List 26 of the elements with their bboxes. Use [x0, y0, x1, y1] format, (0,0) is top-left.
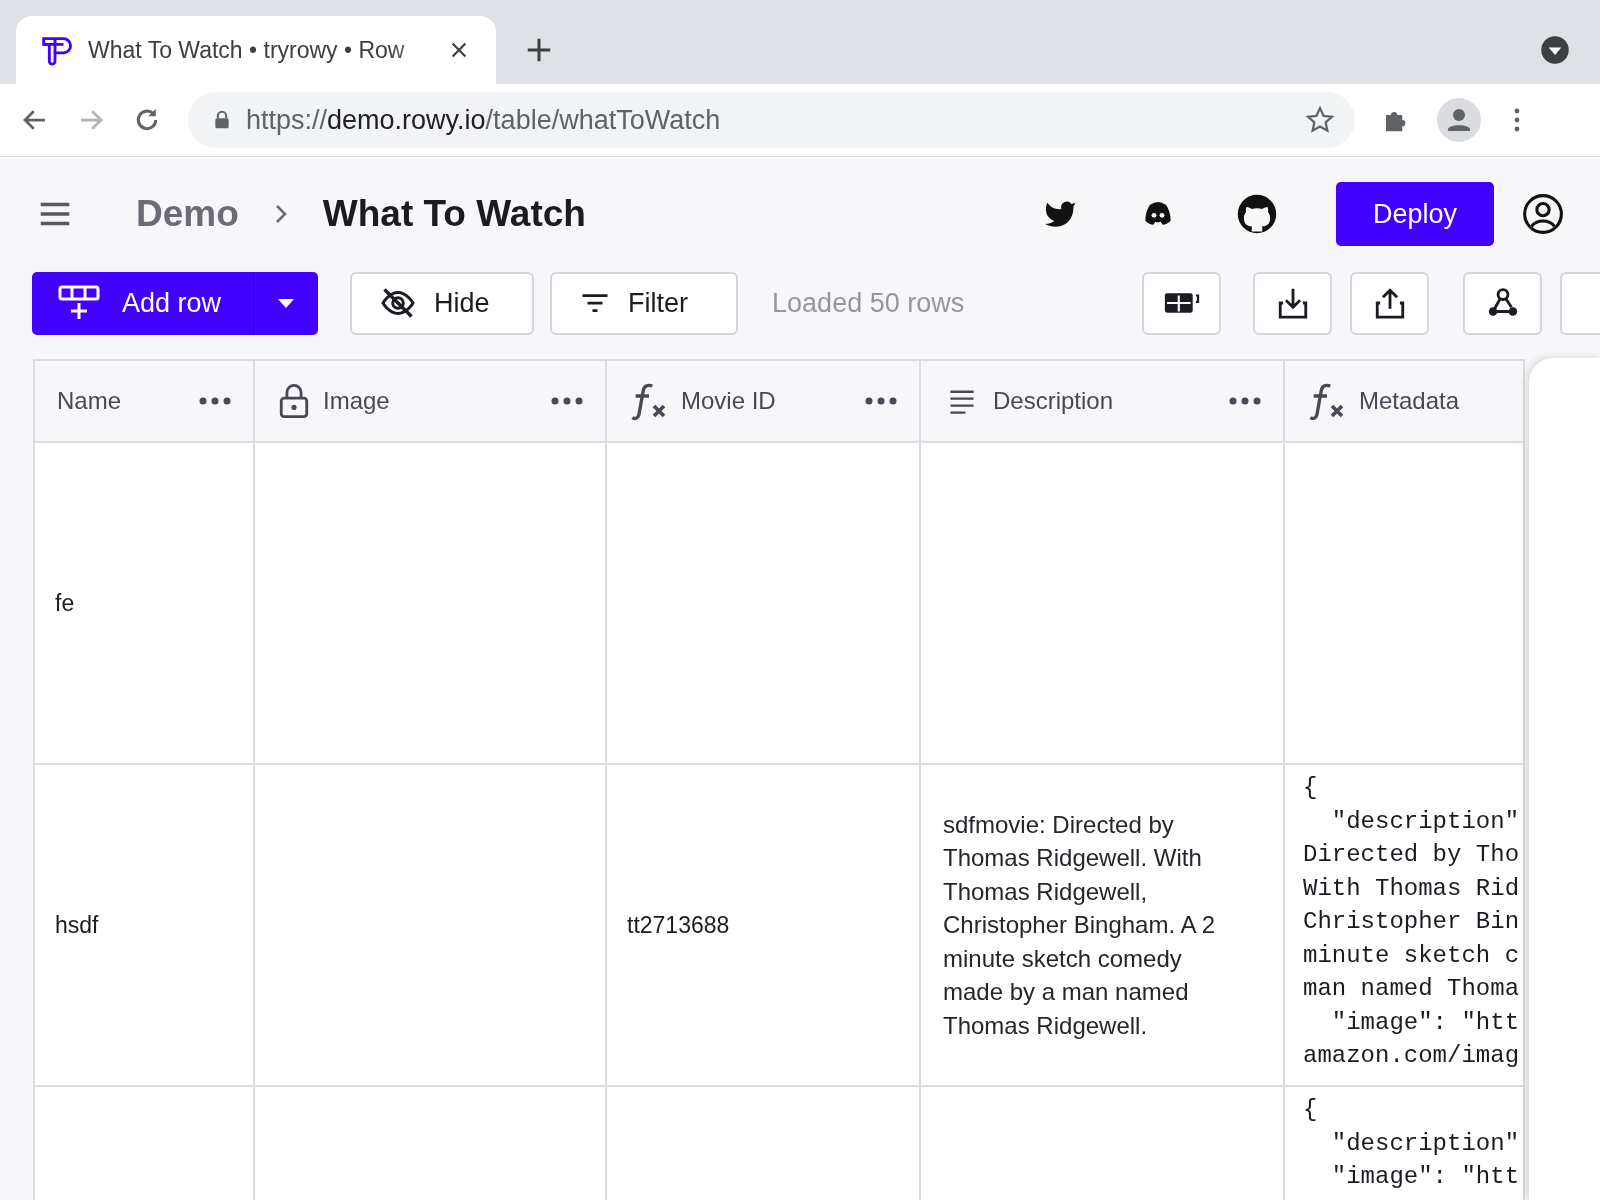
address-field[interactable]: https://demo.rowy.io/table/whatToWatch — [188, 92, 1355, 148]
movie-id-text: tt2713688 — [627, 910, 730, 940]
name-text: fe — [55, 588, 75, 618]
page-title: What To Watch — [322, 192, 586, 237]
url-text: https://demo.rowy.io/table/whatToWatch — [246, 103, 722, 137]
breadcrumb-link[interactable]: Demo — [136, 186, 239, 242]
name-text: hsdf — [55, 910, 99, 940]
column-title: Image — [323, 386, 390, 416]
description-text: sdfmovie: Directed by Thomas Ridgewell. With Thomas Ridgewell, Christopher Bingham. A 2 minute sketch comedy made by a man named Thomas Ridgewell. — [943, 809, 1217, 1041]
column-header[interactable]: Image — [255, 361, 607, 441]
column-title: Name — [57, 386, 122, 416]
column-header[interactable]: Description — [921, 361, 1285, 441]
filter-button[interactable]: Filter — [550, 271, 739, 335]
json-text: { "description" Directed by Tho With Thomas Rid Christopher Bin minute sketch c man named Thoma "image": "htt amazon.com/imag — [1303, 773, 1520, 1071]
json-text: { "description" "image": "htt — [1303, 1095, 1520, 1192]
column-header[interactable]: Movie ID — [607, 361, 921, 441]
deploy-button[interactable]: Deploy — [1336, 182, 1494, 246]
tab-title: What To Watch • tryrowy • Row — [88, 35, 406, 65]
column-title: Description — [993, 386, 1114, 416]
column-header[interactable]: Metadata — [1285, 361, 1525, 441]
column-title: Metadata — [1359, 386, 1460, 416]
column-title: Movie ID — [681, 386, 776, 416]
hide-button[interactable]: Hide — [350, 271, 535, 335]
status-text: Loaded 50 rows — [772, 286, 965, 320]
column-header[interactable]: Name — [35, 361, 255, 441]
browser-tab[interactable]: What To Watch • tryrowy • Row — [16, 16, 496, 84]
